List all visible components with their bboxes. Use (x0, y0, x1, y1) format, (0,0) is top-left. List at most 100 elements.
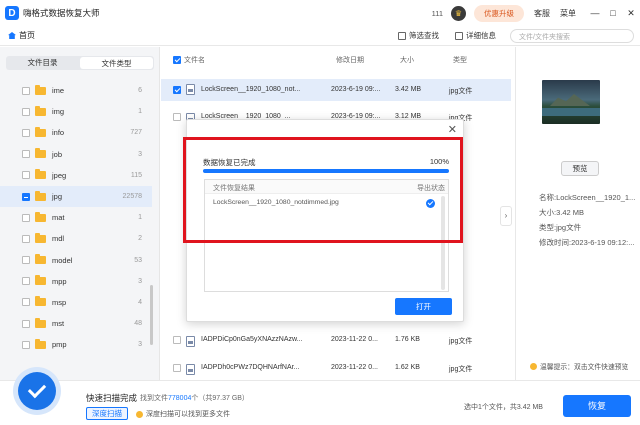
tree-item-mat[interactable]: mat 1 (0, 207, 152, 228)
checkbox[interactable] (22, 319, 30, 328)
folder-icon (35, 296, 46, 307)
checkbox[interactable] (22, 107, 30, 116)
column-date[interactable]: 修改日期 (336, 55, 364, 65)
checkbox[interactable] (22, 234, 30, 243)
tree-item-job[interactable]: job 3 (0, 144, 152, 165)
checkbox[interactable] (22, 277, 30, 286)
open-button[interactable]: 打开 (395, 298, 452, 315)
select-all-checkbox[interactable] (173, 56, 181, 64)
filter-button[interactable]: 筛选查找 (398, 30, 439, 41)
row-checkbox[interactable] (173, 336, 181, 344)
info-modified: 修改时间:2023-6-19 09:12:... (539, 238, 635, 247)
file-list-header: 文件名 修改日期 大小 类型 (161, 55, 514, 69)
search-input[interactable]: 文件/文件夹搜索 (510, 29, 634, 43)
deep-scan-tip-text: 深度扫描可以找到更多文件 (146, 411, 230, 418)
checkbox[interactable] (22, 128, 30, 137)
tree-item-mdl[interactable]: mdl 2 (0, 228, 152, 249)
minimize-icon[interactable]: — (586, 8, 604, 18)
tab-file-type[interactable]: 文件类型 (80, 57, 153, 69)
tree-item-count: 53 (134, 256, 142, 264)
checkbox[interactable] (22, 86, 30, 95)
folder-icon (35, 275, 46, 286)
tree-item-model[interactable]: model 53 (0, 250, 152, 271)
row-checkbox[interactable] (173, 364, 181, 372)
checkbox[interactable] (22, 340, 30, 349)
column-size[interactable]: 大小 (400, 55, 414, 65)
checkbox[interactable] (22, 192, 30, 201)
tree-item-count: 2 (138, 235, 142, 243)
scan-complete-check-icon (18, 372, 56, 410)
checkbox[interactable] (22, 150, 30, 159)
home-icon (8, 32, 16, 39)
sidebar: 文件目录 文件类型 ime 6 img 1 info 727 job 3 jpeg 115… (0, 47, 160, 380)
tab-file-directory[interactable]: 文件目录 (6, 56, 79, 70)
home-button[interactable]: 首页 (8, 30, 35, 41)
row-checkbox[interactable] (173, 113, 181, 121)
file-size: 3.42 MB (395, 86, 422, 93)
filter-icon (398, 31, 406, 40)
info-type: 类型:jpg文件 (539, 223, 582, 232)
found-count: 778004 (168, 395, 192, 402)
tree-item-count: 727 (130, 129, 142, 137)
table-row[interactable]: LockScreen__1920_1080_not... 2023-6-19 0… (161, 79, 511, 101)
tree-item-mpp[interactable]: mpp 3 (0, 271, 152, 292)
tree-item-label: mpp (52, 276, 67, 286)
tree-item-count: 3 (138, 341, 142, 349)
file-type-tree: ime 6 img 1 info 727 job 3 jpeg 115 jpg 22578 … (0, 80, 152, 355)
nav-bar: 首页 筛选查找 详细信息 文件/文件夹搜索 (0, 26, 640, 46)
menu-link[interactable]: 菜单 (560, 8, 576, 19)
tree-item-count: 48 (134, 320, 142, 328)
table-row[interactable]: IADPDiCp0nGa5yXNAzzNAzw... 2023-11-22 0.… (161, 329, 511, 351)
folder-icon (35, 190, 46, 201)
checkbox[interactable] (22, 213, 30, 222)
tree-item-label: jpeg (52, 170, 67, 180)
vip-badge-icon[interactable]: ♛ (451, 5, 466, 21)
column-name[interactable]: 文件名 (184, 55, 205, 65)
preview-tip-text: 温馨提示：双击文件快速预览 (540, 364, 629, 371)
file-type: jpg文件 (449, 366, 473, 373)
tree-item-count: 115 (130, 171, 142, 179)
sidebar-scrollbar[interactable] (150, 285, 153, 345)
tree-item-jpeg[interactable]: jpeg 115 (0, 165, 152, 186)
lightbulb-icon (136, 410, 143, 418)
file-date: 2023-11-22 0... (331, 364, 378, 371)
preview-button[interactable]: 预览 (561, 161, 599, 176)
close-window-icon[interactable]: ✕ (622, 8, 640, 19)
tree-item-label: img (52, 107, 65, 117)
collapse-preview-icon[interactable]: › (500, 206, 512, 226)
checkbox[interactable] (22, 171, 30, 180)
column-type[interactable]: 类型 (453, 55, 467, 65)
folder-icon (35, 105, 46, 116)
tree-item-pmp[interactable]: pmp 3 (0, 334, 152, 355)
upgrade-button[interactable]: 优惠升级 (474, 4, 524, 22)
image-file-icon (186, 84, 195, 95)
tree-item-label: mdl (52, 234, 65, 244)
info-size: 大小:3.42 MB (539, 208, 585, 217)
checkbox[interactable] (22, 256, 30, 265)
preview-panel: 预览 名称:LockScreen__1920_1... 大小:3.42 MB 类… (515, 47, 640, 380)
tree-item-ime[interactable]: ime 6 (0, 80, 152, 101)
details-button[interactable]: 详细信息 (455, 30, 496, 41)
tree-item-info[interactable]: info 727 (0, 122, 152, 143)
row-checkbox[interactable] (173, 86, 181, 94)
tree-item-label: mst (52, 319, 65, 329)
recover-button[interactable]: 恢复 (563, 395, 631, 417)
tree-item-label: info (52, 128, 65, 138)
maximize-icon[interactable]: □ (604, 8, 622, 18)
notification-count: 111 (431, 8, 443, 18)
close-icon[interactable]: ✕ (448, 123, 457, 136)
tree-item-label: jpg (52, 192, 63, 202)
tree-item-msp[interactable]: msp 4 (0, 292, 152, 313)
tree-item-count: 1 (138, 108, 142, 116)
tree-item-jpg[interactable]: jpg 22578 (0, 185, 152, 208)
lightbulb-icon (530, 362, 537, 370)
table-row[interactable]: IADPDh0cPWz7DQHNArfNAr... 2023-11-22 0..… (161, 357, 511, 379)
tree-item-mst[interactable]: mst 48 (0, 313, 152, 334)
checkbox[interactable] (22, 298, 30, 307)
deep-scan-button[interactable]: 深度扫描 (86, 407, 128, 420)
customer-service-link[interactable]: 客服 (534, 8, 550, 19)
details-label: 详细信息 (466, 31, 496, 40)
info-name: 名称:LockScreen__1920_1... (539, 193, 636, 202)
tree-item-img[interactable]: img 1 (0, 101, 152, 122)
file-name: IADPDiCp0nGa5yXNAzzNAzw... (201, 336, 303, 343)
